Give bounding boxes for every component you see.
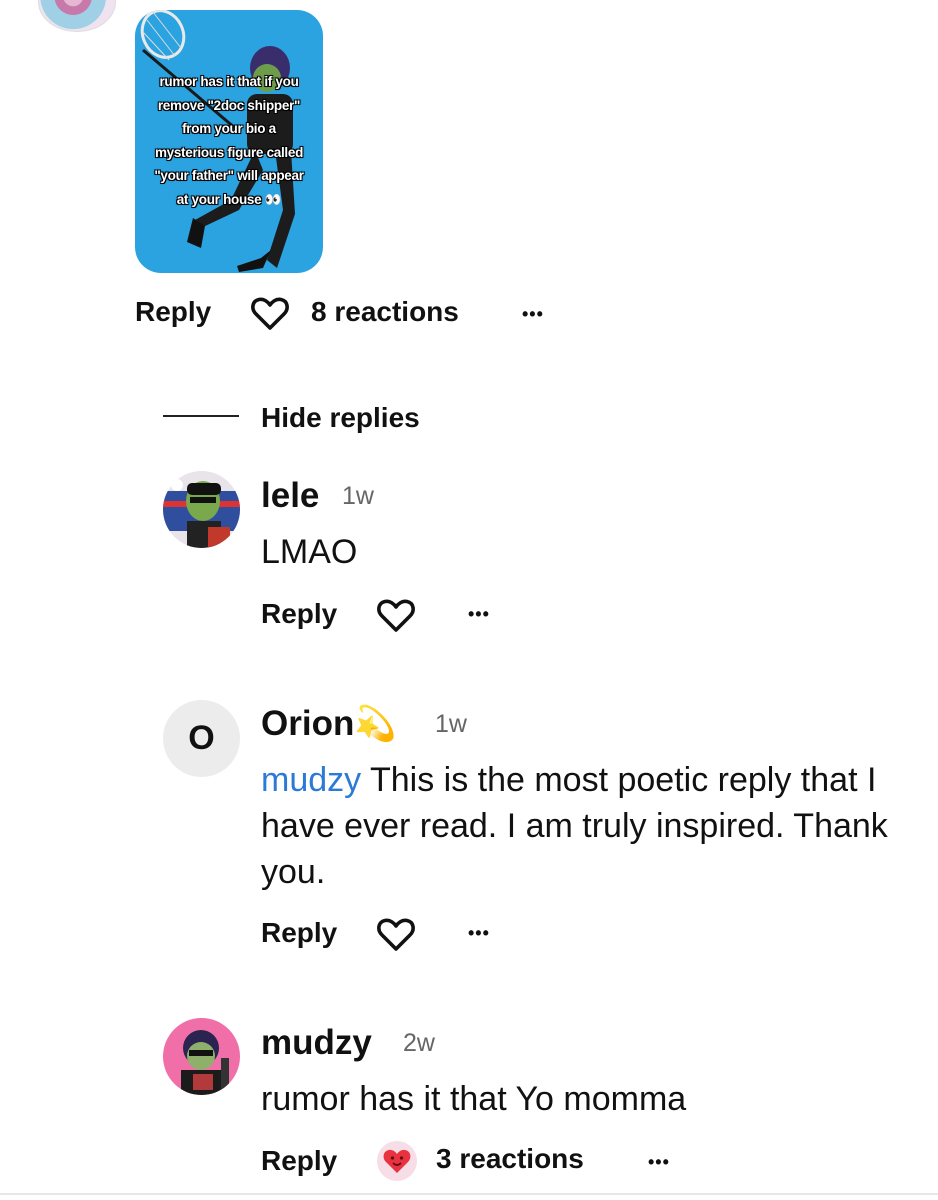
heart-icon[interactable] <box>376 598 416 639</box>
more-options-button[interactable]: ••• <box>468 605 490 623</box>
meme-caption-line: mysterious figure called <box>154 144 304 160</box>
avatar[interactable]: O <box>163 700 240 777</box>
timestamp: 1w <box>435 710 467 738</box>
username[interactable]: Orion💫 <box>261 706 397 741</box>
comment-text: rumor has it that Yo momma <box>261 1080 687 1118</box>
commenter-avatar[interactable] <box>38 0 116 32</box>
mudzy-avatar-image <box>163 1018 240 1095</box>
meme-caption: rumor has it that if you remove "2doc sh… <box>141 70 317 211</box>
hide-replies-button[interactable]: Hide replies <box>261 404 420 432</box>
heart-icon[interactable] <box>250 296 290 337</box>
reply-button[interactable]: Reply <box>261 1147 337 1175</box>
username[interactable]: lele <box>261 478 319 513</box>
reply-button[interactable]: Reply <box>135 298 211 326</box>
meme-caption-line: rumor has it that if you <box>159 74 299 89</box>
avatar[interactable] <box>163 471 240 548</box>
comment-text: LMAO <box>261 533 358 571</box>
meme-caption-line: at your house 👀 <box>176 191 282 207</box>
mention-link[interactable]: mudzy <box>261 761 361 799</box>
username[interactable]: mudzy <box>261 1025 372 1060</box>
avatar-initial: O <box>188 719 215 757</box>
more-options-button[interactable]: ••• <box>522 305 544 323</box>
eyes-emoji-icon: 👀 <box>264 191 282 207</box>
heart-icon[interactable] <box>376 917 416 958</box>
reply-button[interactable]: Reply <box>261 600 337 628</box>
dizzy-star-emoji-icon: 💫 <box>354 705 397 743</box>
comment-text: mudzy This is the most poetic reply that… <box>261 761 888 891</box>
lele-avatar-image <box>163 471 240 548</box>
comment-image[interactable]: rumor has it that if you remove "2doc sh… <box>135 10 323 273</box>
reply-button[interactable]: Reply <box>261 919 337 947</box>
reactions-count-button[interactable]: 3 reactions <box>436 1145 584 1173</box>
more-options-button[interactable]: ••• <box>468 924 490 942</box>
meme-caption-line: "your father" will appear <box>154 168 304 183</box>
meme-caption-line: remove "2doc shipper" <box>157 97 301 113</box>
reactions-count-button[interactable]: 8 reactions <box>311 298 459 326</box>
thread-divider <box>163 415 239 417</box>
timestamp: 2w <box>403 1029 435 1057</box>
timestamp: 1w <box>342 482 374 510</box>
heart-face-reaction-icon[interactable] <box>376 1140 418 1187</box>
bottom-divider <box>0 1193 938 1195</box>
meme-caption-line: from your bio a <box>182 121 276 136</box>
avatar[interactable] <box>163 1018 240 1095</box>
more-options-button[interactable]: ••• <box>648 1153 670 1171</box>
